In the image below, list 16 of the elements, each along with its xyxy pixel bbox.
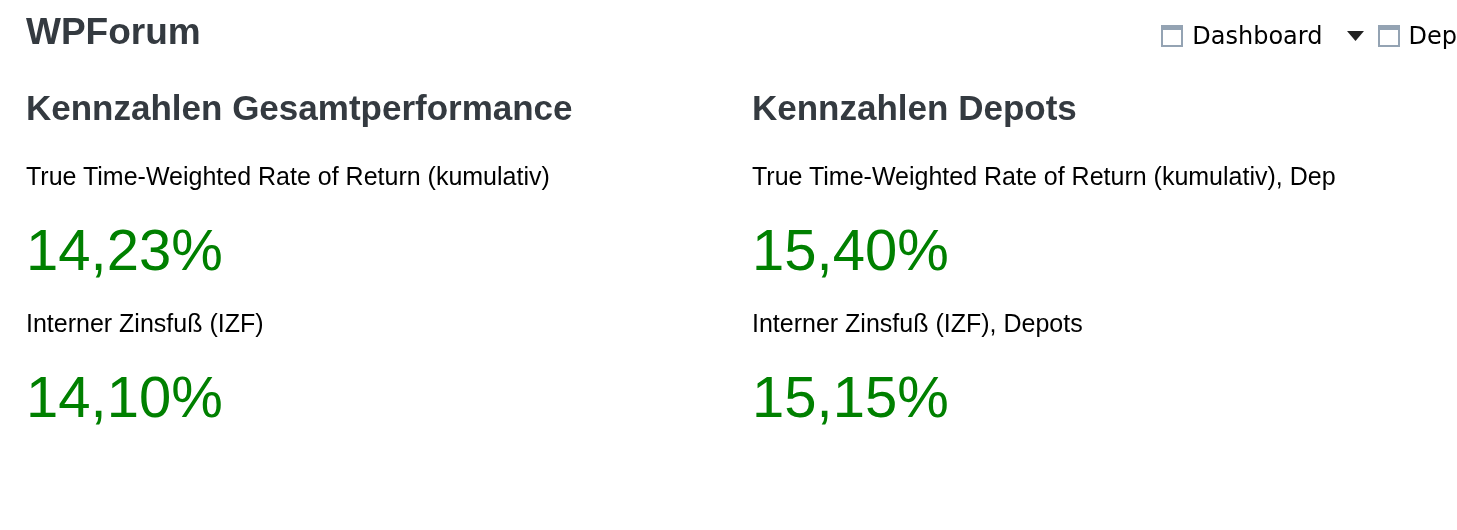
metric-value: 15,40% — [752, 218, 949, 282]
metric-label: True Time-Weighted Rate of Return (kumulativ) — [26, 161, 550, 191]
caret-icon[interactable] — [1346, 31, 1364, 41]
metric-value: 15,15% — [752, 365, 949, 429]
nav-link[interactable]: Dep — [1377, 22, 1457, 50]
window-icon — [1377, 25, 1400, 47]
site-title: WPForum — [26, 10, 201, 54]
metric-label: True Time-Weighted Rate of Return (kumulativ), Dep — [752, 161, 1336, 191]
metric-value: 14,23% — [26, 218, 223, 282]
window-icon — [1161, 25, 1184, 47]
metric-value: 14,10% — [26, 365, 223, 429]
nav-link[interactable]: Dashboard — [1161, 22, 1323, 50]
metric-label: Interner Zinsfuß (IZF), Depots — [752, 308, 1083, 338]
section-heading: Kennzahlen Depots — [752, 87, 1078, 129]
metric-label: Interner Zinsfuß (IZF) — [26, 308, 264, 338]
section-heading: Kennzahlen Gesamtperformance — [26, 87, 574, 129]
